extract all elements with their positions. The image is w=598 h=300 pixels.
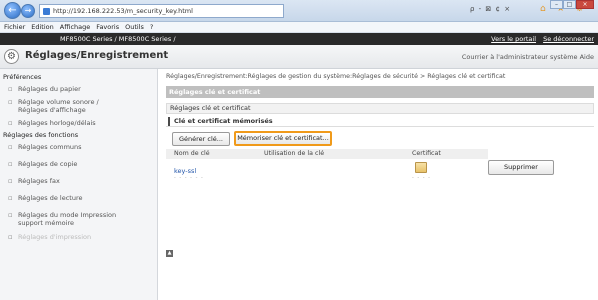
device-bar: MF8500C Series / MF8500C Series / Vers l… — [0, 33, 598, 45]
register-key-cert-button[interactable]: Mémoriser clé et certificat... — [234, 131, 332, 146]
sidebar-item-print[interactable]: Réglages d'impression — [0, 233, 157, 241]
menu-bar: Fichier Edition Affichage Favoris Outils… — [0, 22, 598, 33]
menu-item-outils[interactable]: Outils — [125, 22, 144, 32]
sidebar-item-memory-print[interactable]: Réglages du mode Impression support mémo… — [0, 211, 130, 227]
menu-item-affichage[interactable]: Affichage — [60, 22, 91, 32]
main-content: Réglages/Enregistrement:Réglages de gest… — [166, 69, 596, 300]
sidebar: Préférences Réglages du papier Réglage v… — [0, 69, 158, 300]
sidebar-section-preferences: Préférences — [3, 73, 42, 81]
breadcrumb: Réglages/Enregistrement:Réglages de gest… — [166, 73, 506, 80]
row-divider-dots: - - - - - - — [174, 175, 204, 181]
minimize-icon[interactable]: – — [550, 0, 563, 9]
content-title-bar: Réglages clé et certificat — [166, 86, 594, 98]
sidebar-item-common[interactable]: Réglages communs — [0, 143, 157, 151]
close-icon[interactable]: × — [576, 0, 594, 9]
scroll-top-icon[interactable]: ▲ — [166, 250, 173, 257]
sidebar-section-functions: Réglages des fonctions — [3, 131, 79, 139]
logout-link[interactable]: Se déconnecter — [543, 35, 594, 43]
key-name-link[interactable]: key-ssl — [174, 167, 196, 175]
browser-titlebar: ← → http://192.168.222.53/m_security_key… — [0, 0, 598, 22]
sidebar-item-clock[interactable]: Réglages horloge/délais — [0, 119, 157, 127]
table-row: key-ssl - - - - - - - - - - Supprimer — [166, 160, 596, 183]
sidebar-item-fax[interactable]: Réglages fax — [0, 177, 157, 185]
menu-item-fichier[interactable]: Fichier — [4, 22, 25, 32]
sidebar-item-copy[interactable]: Réglages de copie — [0, 160, 157, 168]
favicon-icon — [43, 8, 50, 15]
forward-icon[interactable]: → — [21, 4, 35, 18]
generate-key-button[interactable]: Générer clé... — [172, 132, 230, 146]
section-title: Réglages clé et certificat — [166, 103, 594, 114]
certificate-icon[interactable] — [415, 162, 427, 173]
maximize-icon[interactable]: □ — [563, 0, 576, 9]
address-bar[interactable]: http://192.168.222.53/m_security_key.htm… — [39, 4, 284, 18]
col-key-use: Utilisation de la clé — [264, 150, 325, 157]
header-links[interactable]: Courrier à l'administrateur système Aide — [462, 53, 594, 61]
sidebar-item-sound-display[interactable]: Réglage volume sonore / Réglages d'affic… — [0, 98, 100, 114]
col-certificate: Certificat — [412, 150, 441, 157]
delete-button[interactable]: Supprimer — [488, 160, 554, 175]
window-controls: – □ × — [550, 0, 594, 10]
col-key-name: Nom de clé — [174, 150, 210, 157]
device-links: Vers le portail Se déconnecter — [486, 33, 594, 45]
url-text: http://192.168.222.53/m_security_key.htm… — [53, 7, 193, 15]
menu-item-edition[interactable]: Edition — [31, 22, 54, 32]
sidebar-item-scan[interactable]: Réglages de lecture — [0, 194, 157, 202]
device-name: MF8500C Series / MF8500C Series / — [60, 35, 176, 43]
page-title: Réglages/Enregistrement — [25, 50, 169, 61]
menu-item-help[interactable]: ? — [150, 22, 153, 32]
table-header: Nom de clé Utilisation de la clé Certifi… — [166, 149, 488, 159]
cert-divider-dots: - - - - — [412, 175, 431, 181]
subsection-title: Clé et certificat mémorisés — [166, 116, 594, 127]
sidebar-item-paper[interactable]: Réglages du papier — [0, 85, 157, 93]
settings-gear-icon: ⚙ — [4, 49, 19, 64]
page-header: ⚙ Réglages/Enregistrement Courrier à l'a… — [0, 45, 598, 69]
address-tools[interactable]: ρ - ⊠ ¢ × — [470, 5, 511, 13]
back-icon[interactable]: ← — [4, 2, 21, 19]
portal-link[interactable]: Vers le portail — [491, 35, 536, 43]
menu-item-favoris[interactable]: Favoris — [96, 22, 119, 32]
